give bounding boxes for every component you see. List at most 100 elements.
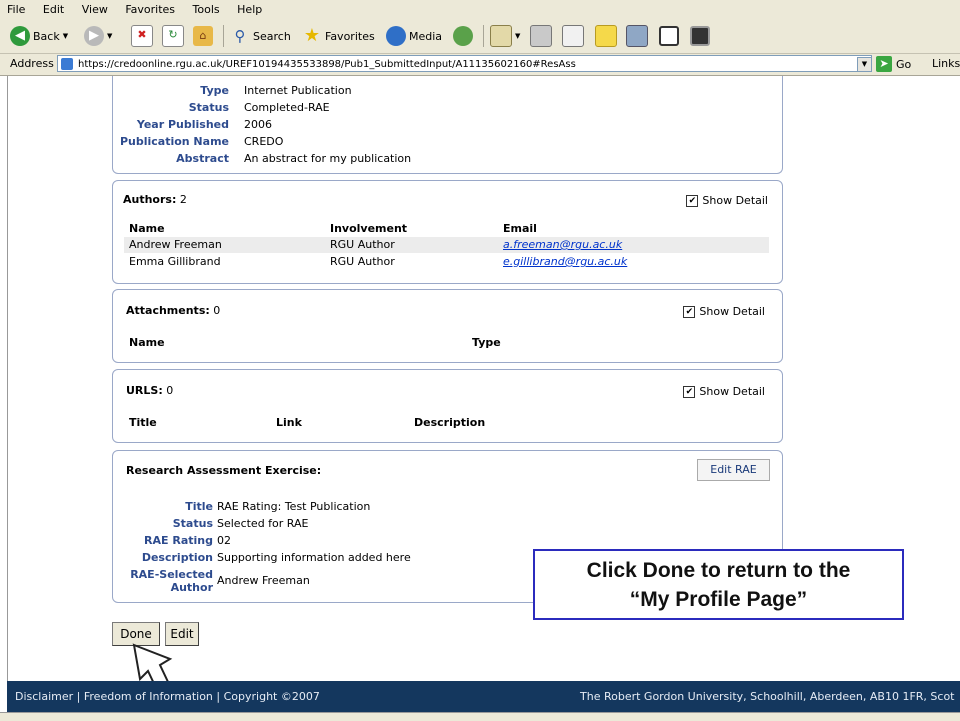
urls-title: URLS:	[126, 384, 163, 397]
research-icon	[626, 25, 648, 47]
address-input[interactable]: https://credoonline.rgu.ac.uk/UREF101944…	[57, 55, 872, 72]
rae-status-value: Selected for RAE	[217, 517, 309, 530]
pub-status-label: Status	[188, 101, 229, 114]
checkbox-checked-icon[interactable]: ✔	[683, 305, 696, 318]
mail-button[interactable]: ▼	[490, 24, 520, 48]
urls-count: 0	[166, 384, 174, 397]
go-arrow-icon: ➤	[876, 56, 892, 72]
search-label: Search	[253, 29, 291, 43]
author-email-link[interactable]: a.freeman@rgu.ac.uk	[503, 238, 622, 251]
menu-favorites[interactable]: Favorites	[118, 0, 182, 20]
checkbox-checked-icon[interactable]: ✔	[686, 194, 699, 207]
address-dropdown[interactable]: ▼	[857, 57, 872, 72]
stop-icon: ✖	[131, 25, 153, 47]
home-button[interactable]: ⌂	[193, 24, 213, 48]
authors-col-involvement: Involvement	[330, 222, 408, 235]
messenger-button[interactable]	[659, 24, 679, 48]
forward-arrow-icon: ▶	[84, 26, 104, 46]
search-button[interactable]: ⚲ Search	[230, 24, 291, 48]
urls-heading: URLS: 0	[126, 384, 173, 397]
chevron-down-icon: ▼	[62, 32, 69, 40]
favorites-button[interactable]: ★ Favorites	[302, 24, 375, 48]
go-button[interactable]: ➤ Go	[876, 56, 911, 72]
pub-year-label: Year Published	[136, 118, 229, 131]
address-label: Address	[10, 57, 54, 70]
pub-name-label: Publication Name	[119, 135, 229, 148]
menu-file[interactable]: File	[0, 0, 32, 20]
toolbar-separator	[483, 25, 484, 47]
urls-show-detail[interactable]: ✔ Show Detail	[683, 385, 765, 398]
pub-name-value: CREDO	[244, 135, 284, 148]
refresh-button[interactable]: ↻	[162, 24, 184, 48]
window-icon	[659, 26, 679, 46]
history-icon	[453, 26, 473, 46]
authors-show-detail-label: Show Detail	[702, 194, 768, 207]
attachments-show-detail[interactable]: ✔ Show Detail	[683, 305, 765, 318]
chevron-down-icon: ▼	[861, 60, 868, 68]
rae-rating-value: 02	[217, 534, 231, 547]
site-footer: Disclaimer | Freedom of Information | Co…	[7, 681, 960, 712]
back-label: Back	[33, 29, 60, 43]
table-row: Emma Gillibrand RGU Author e.gillibrand@…	[124, 254, 769, 270]
table-row: Andrew Freeman RGU Author a.freeman@rgu.…	[124, 237, 769, 253]
instruction-callout: Click Done to return to the “My Profile …	[533, 549, 904, 620]
edit-page-icon	[562, 25, 584, 47]
pub-type-value: Internet Publication	[244, 84, 352, 97]
footer-address: The Robert Gordon University, Schoolhill…	[580, 690, 955, 703]
search-icon: ⚲	[234, 27, 246, 45]
page-icon	[61, 58, 73, 70]
attachments-show-detail-label: Show Detail	[699, 305, 765, 318]
globe-icon	[386, 26, 406, 46]
urls-show-detail-label: Show Detail	[699, 385, 765, 398]
authors-col-email: Email	[503, 222, 537, 235]
star-icon: ★	[303, 25, 321, 46]
favorites-label: Favorites	[325, 29, 375, 43]
author-email-link[interactable]: e.gillibrand@rgu.ac.uk	[503, 255, 627, 268]
urls-col-link: Link	[276, 416, 302, 429]
callout-line1: Click Done to return to the	[586, 559, 851, 582]
edit-rae-button[interactable]: Edit RAE	[697, 459, 770, 481]
history-button[interactable]	[453, 24, 473, 48]
forward-button[interactable]: ▶ ▼	[84, 24, 112, 48]
pub-status-value: Completed-RAE	[244, 101, 330, 114]
attachments-col-name: Name	[129, 336, 165, 349]
authors-show-detail[interactable]: ✔ Show Detail	[686, 194, 768, 207]
attachments-title: Attachments:	[126, 304, 210, 317]
authors-heading: Authors: 2	[123, 193, 187, 206]
back-button[interactable]: ◀ Back ▼	[10, 24, 68, 48]
media-button[interactable]: Media	[386, 24, 442, 48]
toolbar-separator	[223, 25, 224, 47]
urls-col-title: Title	[129, 416, 157, 429]
chevron-down-icon: ▼	[515, 32, 521, 40]
pub-abstract-value: An abstract for my publication	[244, 152, 412, 165]
attachments-heading: Attachments: 0	[126, 304, 220, 317]
rae-status-label: Status	[172, 517, 213, 530]
links-button[interactable]: Links	[932, 57, 960, 70]
rae-title: Research Assessment Exercise:	[126, 464, 322, 477]
menu-tools[interactable]: Tools	[186, 0, 227, 20]
author-name: Emma Gillibrand	[129, 255, 221, 268]
menu-view[interactable]: View	[75, 0, 115, 20]
pub-type-label: Type	[200, 84, 229, 97]
author-involvement: RGU Author	[330, 255, 395, 268]
rae-title-label: Title	[185, 500, 213, 513]
print-button[interactable]	[530, 24, 552, 48]
media-label: Media	[409, 29, 443, 43]
menu-edit[interactable]: Edit	[36, 0, 71, 20]
publication-details-panel: Type Internet Publication Status Complet…	[112, 76, 783, 174]
note-icon	[595, 25, 617, 47]
footer-links[interactable]: Disclaimer | Freedom of Information | Co…	[15, 681, 320, 712]
browser-toolbar: ◀ Back ▼ ▶ ▼ ✖ ↻ ⌂ ⚲ Search ★ Favorites …	[0, 20, 960, 54]
stop-button[interactable]: ✖	[131, 24, 153, 48]
extra-button[interactable]	[690, 24, 710, 48]
research-button[interactable]	[626, 24, 648, 48]
address-bar: Address https://credoonline.rgu.ac.uk/UR…	[0, 54, 960, 76]
checkbox-checked-icon[interactable]: ✔	[683, 385, 696, 398]
urls-panel: URLS: 0 ✔ Show Detail Title Link Descrip…	[112, 369, 783, 443]
discuss-button[interactable]	[595, 24, 617, 48]
printer-icon	[530, 25, 552, 47]
menu-bar: File Edit View Favorites Tools Help	[0, 0, 960, 21]
edit-page-button[interactable]	[562, 24, 584, 48]
menu-help[interactable]: Help	[230, 0, 269, 20]
author-involvement: RGU Author	[330, 238, 395, 251]
